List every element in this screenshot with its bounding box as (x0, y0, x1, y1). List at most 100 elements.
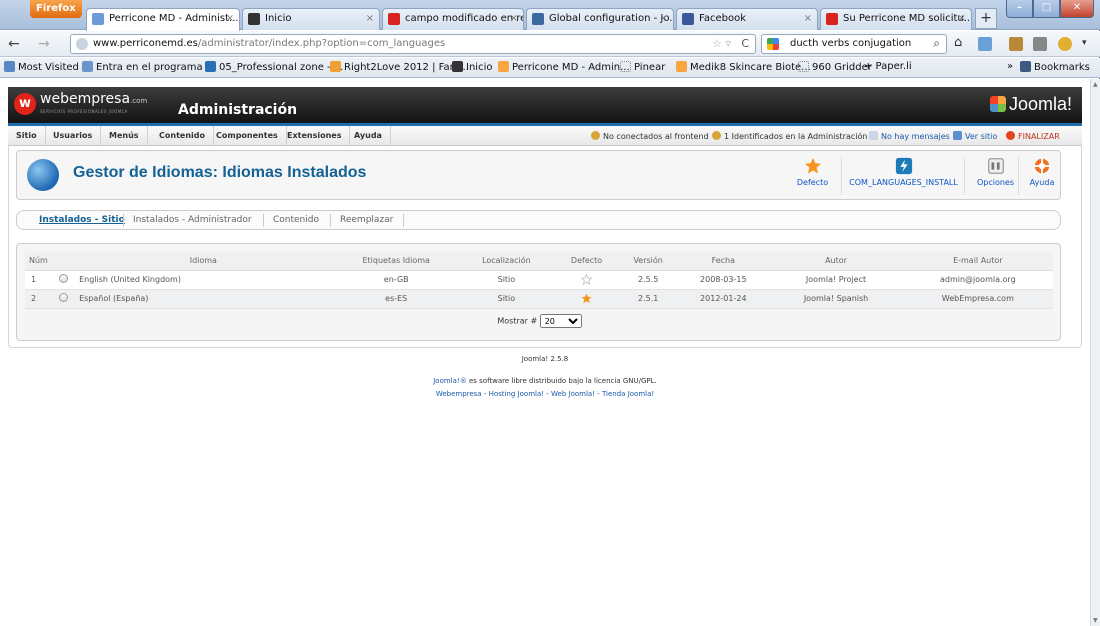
bookmark-item[interactable]: Perricone MD - Admin... (498, 61, 630, 73)
close-tab-icon[interactable]: × (958, 13, 966, 24)
tab-override[interactable]: Reemplazar (340, 215, 393, 225)
brand-suffix: .com (130, 97, 148, 105)
menu-item-menus[interactable]: Menús (101, 126, 148, 146)
tab-installed-admin[interactable]: Instalados - Administrador (133, 215, 252, 225)
close-tab-icon[interactable]: × (366, 13, 374, 24)
brand-name: webempresa.com (40, 91, 147, 107)
tab-facebook[interactable]: Facebook × (676, 8, 818, 30)
default-button[interactable]: Defecto (784, 157, 842, 195)
bookmark-item[interactable]: Right2Love 2012 | Fam... (330, 61, 469, 73)
items-per-page-select[interactable]: 20 (539, 314, 582, 328)
close-tab-icon[interactable]: × (226, 13, 234, 24)
search-bar[interactable]: ducth verbs conjugation ⌕ (761, 34, 947, 54)
col-email-header[interactable]: E-mail Autor (902, 252, 1053, 271)
admin-title: Administración (178, 102, 298, 118)
tab-content[interactable]: Contenido (273, 215, 319, 225)
joomla-link[interactable]: Joomla!® (433, 377, 467, 385)
bookmark-item[interactable]: + Paper.li (864, 61, 912, 72)
bookmark-item[interactable]: Pinear (620, 61, 665, 73)
minimize-button[interactable]: – (1006, 0, 1033, 18)
scroll-up-icon[interactable]: ▲ (1093, 81, 1098, 88)
facebook-favicon-icon (682, 13, 694, 25)
footer-links[interactable]: Webempresa - Hosting Joomla! - Web Jooml… (0, 390, 1090, 398)
help-button[interactable]: Ayuda (1025, 157, 1059, 195)
tab-global-configuration[interactable]: Global configuration - Jo... × (526, 8, 674, 30)
menu-item-componentes[interactable]: Componentes (208, 126, 287, 146)
tab-inicio[interactable]: Inicio × (242, 8, 380, 30)
new-tab-button[interactable]: + (975, 8, 997, 29)
forward-icon[interactable]: → (38, 36, 50, 52)
reload-icon[interactable]: C (741, 37, 749, 50)
row-default[interactable] (553, 270, 620, 290)
addon-icon[interactable] (1009, 37, 1023, 51)
tab-campo-modificado[interactable]: campo modificado en re... × (382, 8, 524, 30)
vertical-scrollbar[interactable]: ▲ ▼ (1090, 79, 1100, 626)
col-location-header[interactable]: Localización (458, 252, 554, 271)
menu-item-usuarios[interactable]: Usuarios (45, 126, 102, 146)
addon-icon[interactable] (1058, 37, 1072, 51)
home-icon[interactable]: ⌂ (954, 35, 968, 50)
menu-item-sitio[interactable]: Sitio (8, 126, 46, 146)
messages-link[interactable]: No hay mensajes (869, 131, 950, 141)
tab-installed-site[interactable]: Instalados - Sitio (39, 215, 125, 225)
star-icon[interactable] (581, 293, 592, 304)
col-tag-header[interactable]: Etiquetas Idioma (333, 252, 459, 271)
bookmark-item[interactable]: Inicio (452, 61, 492, 73)
close-window-button[interactable]: ✕ (1060, 0, 1094, 18)
view-site-link[interactable]: Ver sitio (953, 131, 997, 141)
bookmarks-overflow-button[interactable]: » (1007, 61, 1013, 72)
star-outline-icon[interactable] (581, 274, 593, 285)
menu-item-ayuda[interactable]: Ayuda (346, 126, 391, 146)
col-version-header[interactable]: Versión (619, 252, 678, 271)
joomla-logo: Joomla! (989, 94, 1072, 115)
menu-chevron-icon[interactable]: ▾ (1082, 38, 1096, 52)
row-select[interactable] (53, 289, 74, 309)
joomla-favicon-icon (498, 61, 509, 72)
menu-item-contenido[interactable]: Contenido (151, 126, 214, 146)
bookmark-label: Perricone MD - Admin... (512, 62, 630, 73)
brand-text: webempresa (40, 91, 131, 107)
row-select[interactable] (53, 270, 74, 290)
search-icon[interactable]: ⌕ (933, 36, 940, 51)
site-identity-icon[interactable] (76, 38, 88, 50)
menu-item-extensiones[interactable]: Extensiones (279, 126, 351, 146)
bookmarks-menu-button[interactable]: Bookmarks (1020, 61, 1090, 73)
row-author: Joomla! Spanish (769, 289, 903, 309)
bookmark-item[interactable]: Most Visited (4, 61, 79, 73)
scroll-down-icon[interactable]: ▼ (1093, 617, 1098, 624)
row-email: admin@joomla.org (902, 270, 1053, 290)
close-tab-icon[interactable]: × (804, 13, 812, 24)
table-header-row: Núm Idioma Etiquetas Idioma Localización… (25, 252, 1053, 271)
bookmark-item[interactable]: Entra en el programa ... (82, 61, 215, 73)
bookmark-item[interactable]: Medik8 Skincare Biote... (676, 61, 811, 73)
logout-link[interactable]: FINALIZAR (1006, 131, 1060, 141)
firefox-menu-button[interactable]: Firefox (30, 0, 82, 18)
options-button[interactable]: Opciones (973, 157, 1019, 195)
radio-button[interactable] (58, 293, 68, 302)
bookmark-item[interactable]: 960 Gridder (798, 61, 872, 73)
close-tab-icon[interactable]: × (660, 13, 668, 24)
row-default[interactable] (553, 289, 620, 309)
col-language-header[interactable]: Idioma (73, 252, 334, 271)
col-default-header[interactable]: Defecto (553, 252, 620, 271)
tab-perricone-admin[interactable]: Perricone MD - Administ... × (86, 8, 240, 31)
col-author-header[interactable]: Autor (769, 252, 903, 271)
addon-icon[interactable] (1033, 37, 1047, 51)
url-bar[interactable]: www.perriconemd.es/administrator/index.p… (70, 34, 756, 54)
close-tab-icon[interactable]: × (510, 13, 518, 24)
back-icon[interactable]: ← (8, 36, 20, 52)
bookmark-star-icon[interactable]: ☆ ▿ (712, 37, 731, 50)
logout-text: FINALIZAR (1018, 132, 1060, 141)
default-button-label: Defecto (796, 178, 829, 187)
folder-icon (4, 61, 15, 72)
col-num-header[interactable]: Núm (25, 252, 54, 271)
col-date-header[interactable]: Fecha (677, 252, 770, 271)
radio-button[interactable] (58, 274, 68, 283)
install-languages-button[interactable]: COM_LANGUAGES_INSTALL (843, 157, 965, 195)
addon-icon[interactable] (978, 37, 992, 51)
bookmark-item[interactable]: 05_Professional zone - ... (205, 61, 343, 73)
tab-su-perricone[interactable]: Su Perricone MD solicitu... × (820, 8, 972, 30)
maximize-button[interactable]: □ (1033, 0, 1060, 18)
google-icon[interactable] (767, 38, 779, 50)
sub-tabs: Instalados - Sitio Instalados - Administ… (16, 210, 1061, 230)
